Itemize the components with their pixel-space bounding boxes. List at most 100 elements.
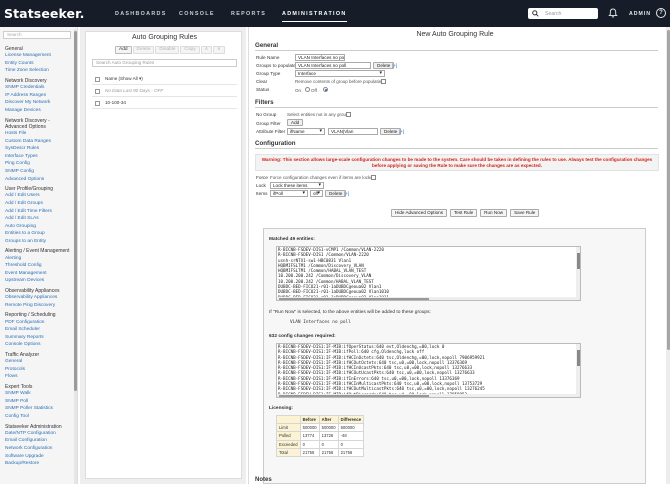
statseeker-logo[interactable]: Statseeker. — [4, 6, 84, 21]
matched-hscroll-thumb[interactable] — [279, 297, 429, 300]
sidebar-item[interactable]: Email Configuration — [5, 437, 73, 445]
sidebar-item[interactable]: Add / Edit SLAs — [5, 215, 73, 223]
sidebar-item[interactable]: SNMP Poll — [5, 398, 73, 406]
matched-entities-box[interactable]: R-BICNB-FSDEV-DIS1-vCMP1 /Common/VLAN-22… — [276, 246, 581, 301]
sidebar-item[interactable]: Upstream Devices — [5, 277, 73, 285]
test-rule-button[interactable]: Test Rule — [450, 209, 478, 217]
list-item[interactable]: No Data Last 90 Days - OFF — [92, 85, 237, 97]
add-group-link[interactable]: [+] — [392, 63, 397, 68]
sidebar-scrollbar[interactable] — [74, 29, 77, 484]
sidebar-item[interactable]: SNMP Credentials — [5, 84, 73, 92]
rules-list-header[interactable]: Name (Show All ▾) — [92, 73, 237, 85]
row-checkbox[interactable] — [95, 100, 100, 106]
sidebar-item[interactable]: General — [5, 358, 73, 366]
config-horizontal-scrollbar[interactable] — [277, 394, 580, 397]
matched-horizontal-scrollbar[interactable] — [277, 297, 580, 300]
move-up-button[interactable]: ∧ — [200, 46, 213, 54]
no-group-checkbox[interactable] — [346, 111, 351, 117]
sidebar-item[interactable]: Backup/Restore — [5, 460, 73, 468]
sidebar-item[interactable]: Event Management — [5, 270, 73, 278]
sidebar-item[interactable]: Add / Edit Time Filters — [5, 208, 73, 216]
global-search-input[interactable]: Search — [528, 8, 598, 19]
sidebar-item[interactable]: PDF Configuration — [5, 319, 73, 327]
sidebar-item[interactable]: Entity Counts — [5, 60, 73, 68]
sidebar-item[interactable]: Remote Ping Discovery — [5, 302, 73, 310]
group-type-select[interactable]: Interface — [295, 70, 385, 77]
sidebar-item[interactable]: Auto Grouping — [5, 223, 73, 231]
attribute-value-input[interactable]: VLAN|Vlan — [328, 128, 378, 135]
sidebar-item[interactable]: Time Zone Selection — [5, 67, 73, 75]
run-now-button[interactable]: Run Now — [480, 209, 508, 217]
help-icon[interactable]: ? — [656, 8, 666, 18]
list-item[interactable]: 10-100-34 — [92, 97, 237, 109]
move-down-button[interactable]: ∨ — [213, 46, 225, 54]
attribute-field-select[interactable]: ifName — [287, 128, 325, 135]
sidebar-item[interactable]: SNMP Config — [5, 168, 73, 176]
sidebar-item[interactable]: License Management — [5, 52, 73, 60]
sidebar-item[interactable]: Software Upgrade — [5, 453, 73, 461]
sidebar-scroll-thumb[interactable] — [74, 31, 77, 391]
nav-console[interactable]: CONSOLE — [179, 11, 215, 17]
sidebar-item[interactable]: Protocols — [5, 366, 73, 374]
select-all-checkbox[interactable] — [95, 76, 100, 82]
status-off-radio[interactable] — [305, 87, 310, 92]
rules-search-input[interactable]: Search Auto Grouping Rules — [92, 59, 237, 67]
sidebar-item[interactable]: Flows — [5, 373, 73, 381]
delete-rule-button[interactable]: Delete — [132, 46, 155, 54]
sidebar-item[interactable]: Advanced Options — [5, 176, 73, 184]
sidebar-item[interactable]: Network Configuration — [5, 445, 73, 453]
add-group-filter-button[interactable]: Add — [287, 119, 304, 126]
sidebar-item[interactable]: IP Address Ranges — [5, 92, 73, 100]
sidebar-item[interactable]: Manage Devices — [5, 107, 73, 115]
sidebar-item[interactable]: Custom Data Ranges — [5, 138, 73, 146]
add-attribute-filter-link[interactable]: [+] — [399, 129, 404, 134]
editor-scrollbar[interactable] — [666, 27, 670, 484]
sidebar-item[interactable]: Interface Types — [5, 153, 73, 161]
sidebar-item[interactable]: SNMP Walk — [5, 390, 73, 398]
row-checkbox[interactable] — [95, 88, 100, 94]
force-checkbox[interactable] — [371, 174, 376, 180]
sidebar-item[interactable]: Email Scheduler — [5, 326, 73, 334]
add-rule-button[interactable]: Add — [115, 46, 132, 54]
sidebar-item[interactable]: Add / Edit Groups — [5, 200, 73, 208]
sidebar-item[interactable]: SNMP Poller Statistics — [5, 405, 73, 413]
sidebar-item[interactable]: Hosts File — [5, 130, 73, 138]
sidebar-item[interactable]: Threshold Config — [5, 262, 73, 270]
copy-rule-button[interactable]: Copy — [180, 46, 200, 54]
sidebar-search-input[interactable]: Search — [3, 31, 71, 39]
sidebar-item[interactable]: Config Tool — [5, 413, 73, 421]
config-changes-box[interactable]: R-BICNB-FSDEV-DIS1:IF-MIB:ifOperStatus:6… — [276, 343, 581, 398]
sidebar-item[interactable]: Groups to an Entity — [5, 238, 73, 246]
config-scrollbar[interactable] — [576, 344, 580, 397]
editor-scroll-thumb[interactable] — [666, 30, 670, 350]
sidebar-item[interactable]: Add / Edit Users — [5, 192, 73, 200]
nav-dashboards[interactable]: DASHBOARDS — [115, 11, 167, 17]
matched-scrollbar[interactable] — [576, 247, 580, 300]
sidebar-item[interactable]: Console Options — [5, 341, 73, 349]
sidebar-item[interactable]: Ping Config — [5, 160, 73, 168]
sidebar-item[interactable]: Entities to a Group — [5, 230, 73, 238]
sidebar-item[interactable]: Summary Reports — [5, 334, 73, 342]
sidebar-item[interactable]: SysDescr Rules — [5, 145, 73, 153]
add-item-link[interactable]: [+] — [344, 191, 349, 196]
user-menu[interactable]: ADMIN — [629, 11, 651, 17]
matched-scroll-thumb[interactable] — [576, 253, 580, 269]
items-field-select[interactable]: ifPoll — [270, 190, 308, 197]
sidebar-item[interactable]: Date/NTP Configuration — [5, 430, 73, 438]
items-value-select[interactable]: off — [310, 190, 323, 197]
nav-administration[interactable]: ADMINISTRATION — [282, 11, 347, 22]
sidebar-item[interactable]: Discover My Network — [5, 99, 73, 107]
sidebar-item[interactable]: Alerting — [5, 255, 73, 263]
save-rule-button[interactable]: Save Rule — [510, 209, 540, 217]
status-on-radio[interactable] — [323, 87, 328, 92]
bell-icon[interactable] — [608, 8, 618, 18]
groups-to-populate-input[interactable]: VLAN Interfaces no poll — [295, 62, 371, 69]
lock-select[interactable]: Lock these items — [270, 182, 324, 189]
config-scroll-thumb[interactable] — [576, 350, 580, 366]
hide-advanced-options-button[interactable]: Hide Advanced Options — [391, 209, 448, 217]
sidebar-item[interactable]: Observability Appliances — [5, 294, 73, 302]
config-hscroll-thumb[interactable] — [279, 394, 429, 397]
disable-rule-button[interactable]: Disable — [155, 46, 180, 54]
name-column-header[interactable]: Name (Show All ▾) — [105, 73, 143, 85]
nav-reports[interactable]: REPORTS — [231, 11, 266, 17]
